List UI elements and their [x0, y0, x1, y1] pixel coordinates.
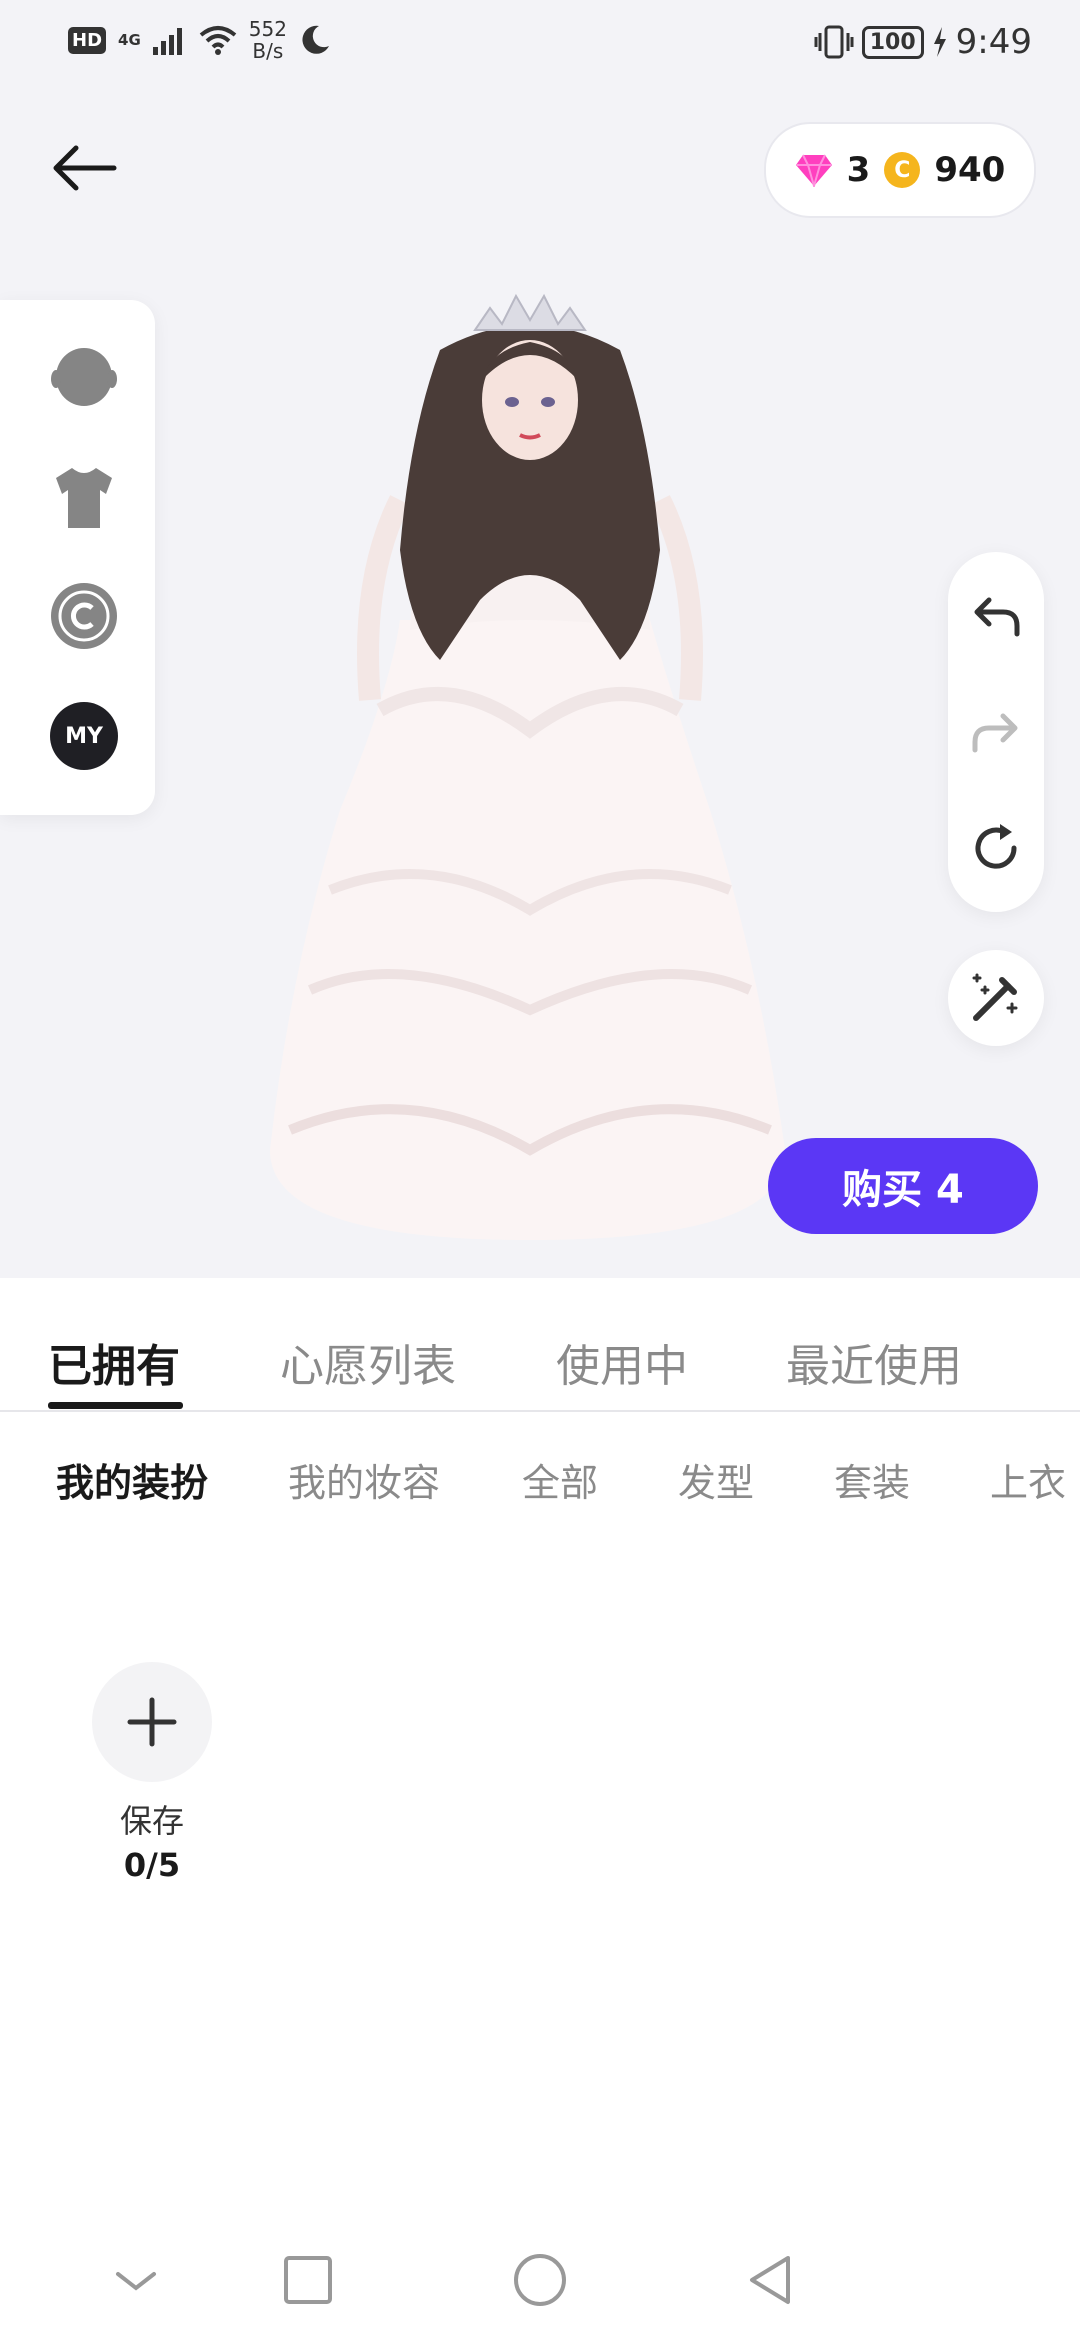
save-outfit-button[interactable]	[92, 1662, 212, 1782]
subtab-outfit-set[interactable]: 套装	[834, 1452, 910, 1507]
back-nav-icon[interactable]	[740, 2250, 800, 2310]
wifi-icon	[199, 26, 237, 55]
arrow-left-icon	[53, 145, 117, 191]
copyright-icon	[51, 583, 117, 649]
rail-my-button[interactable]: MY	[50, 702, 118, 770]
buy-button[interactable]: 购买 4	[768, 1138, 1038, 1234]
save-count: 0/5	[123, 1846, 181, 1884]
category-rail: MY	[0, 300, 155, 815]
coin-count: 940	[934, 150, 1006, 190]
rail-clothes-button[interactable]	[50, 464, 118, 532]
undo-icon	[974, 597, 1020, 637]
avatar-figure	[270, 293, 786, 1240]
magic-wand-icon	[972, 973, 1018, 1021]
currency-pill[interactable]: 3 C 940	[764, 122, 1036, 218]
coin-icon: C	[884, 152, 921, 188]
back-button[interactable]	[48, 132, 120, 204]
main-tabs: 已拥有 心愿列表 使用中 最近使用	[0, 1278, 1080, 1412]
subtab-my-outfits[interactable]: 我的装扮	[56, 1452, 208, 1507]
head-icon	[51, 348, 117, 406]
hd-indicator: HD	[68, 26, 107, 54]
redo-button[interactable]	[964, 700, 1028, 764]
moon-icon	[302, 25, 329, 54]
tab-wishlist[interactable]: 心愿列表	[280, 1330, 456, 1394]
magic-wand-button[interactable]	[948, 950, 1044, 1046]
tab-recent[interactable]: 最近使用	[786, 1330, 962, 1394]
gem-icon	[795, 154, 832, 187]
tab-in-use[interactable]: 使用中	[556, 1330, 688, 1394]
status-bar: HD 4G 552 B/s 100 9:49	[0, 0, 1080, 92]
save-label: 保存	[119, 1802, 184, 1840]
network-type: 4G	[118, 31, 141, 49]
rail-face-button[interactable]	[50, 344, 118, 412]
sub-tabs: 我的装扮 我的妆容 全部 发型 套装 上衣	[0, 1440, 1080, 1520]
chevron-down-icon[interactable]	[106, 2250, 166, 2310]
speed-value: 552	[248, 17, 287, 41]
edit-controls	[948, 552, 1044, 912]
signal-icon	[152, 28, 182, 55]
plus-icon	[127, 1697, 177, 1747]
tab-owned[interactable]: 已拥有	[48, 1330, 180, 1394]
charging-icon	[933, 27, 946, 57]
reset-button[interactable]	[964, 816, 1028, 880]
active-tab-indicator	[48, 1402, 183, 1409]
home-icon[interactable]	[510, 2250, 570, 2310]
recents-icon[interactable]	[278, 2250, 338, 2310]
rail-copyright-button[interactable]	[50, 582, 118, 650]
subtab-all[interactable]: 全部	[522, 1452, 598, 1507]
subtab-hairstyle[interactable]: 发型	[678, 1452, 754, 1507]
tshirt-icon	[56, 468, 112, 528]
undo-button[interactable]	[964, 584, 1028, 648]
redo-icon	[972, 713, 1018, 753]
clock: 9:49	[955, 22, 1032, 62]
subtab-my-makeup[interactable]: 我的妆容	[288, 1452, 440, 1507]
battery-indicator: 100	[861, 25, 924, 59]
refresh-icon	[975, 824, 1017, 869]
vibrate-icon	[814, 25, 854, 59]
gem-count: 3	[846, 150, 871, 190]
subtab-top[interactable]: 上衣	[990, 1452, 1066, 1507]
speed-unit: B/s	[252, 39, 284, 63]
network-speed: 552 B/s	[249, 18, 287, 62]
system-nav-bar	[0, 2230, 1080, 2340]
